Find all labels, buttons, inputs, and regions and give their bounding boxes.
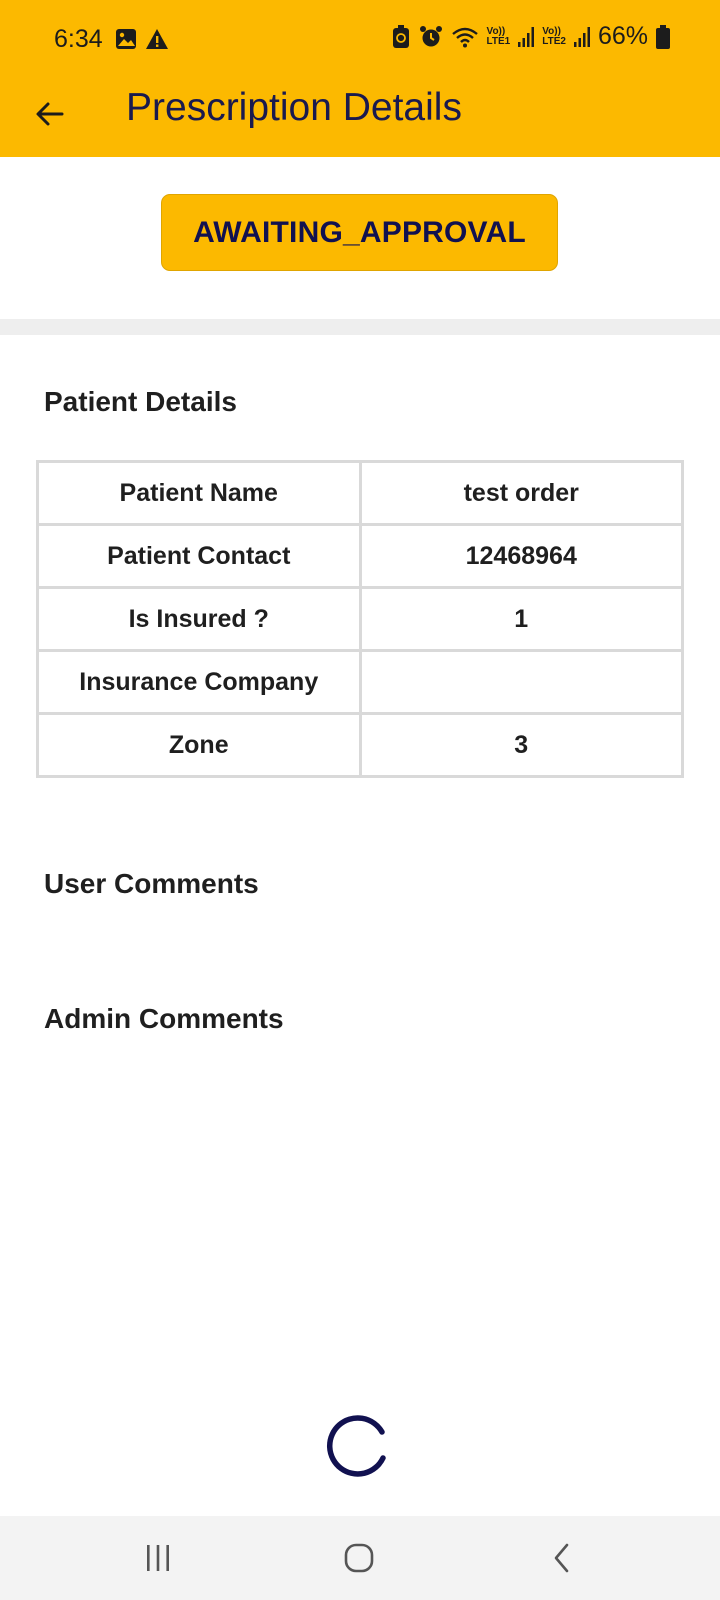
table-row: Zone 3 (36, 712, 684, 778)
loading-spinner-icon (326, 1415, 386, 1477)
signal-strength-icon-sim2 (573, 26, 590, 47)
back-button[interactable] (26, 90, 74, 138)
battery-percentage: 66% (597, 22, 648, 50)
prescription-details-screen: 6:34 Vo)) LTE1 Vo)) LTE2 66% Prescriptio… (0, 0, 720, 1600)
warning-icon (146, 29, 168, 49)
table-row: Insurance Company (36, 649, 684, 715)
home-icon (344, 1543, 374, 1573)
patient-details-table: Patient Name test order Patient Contact … (36, 460, 684, 778)
page-title: Prescription Details (126, 86, 462, 129)
home-button[interactable] (329, 1530, 389, 1586)
section-divider (0, 319, 720, 335)
is-insured-value: 1 (358, 586, 684, 652)
insurance-company-value (358, 649, 684, 715)
order-status-button[interactable]: AWAITING_APPROVAL (161, 194, 558, 271)
wifi-icon (451, 27, 478, 47)
battery-saver-icon (392, 24, 409, 48)
recent-apps-button[interactable] (128, 1530, 188, 1586)
alarm-icon (419, 25, 442, 46)
patient-contact-value: 12468964 (358, 523, 684, 589)
patient-details-heading: Patient Details (44, 386, 237, 417)
header: 6:34 Vo)) LTE1 Vo)) LTE2 66% Prescriptio… (0, 0, 720, 157)
patient-name-label: Patient Name (36, 460, 362, 526)
back-nav-button[interactable] (532, 1530, 592, 1586)
status-right-icons: Vo)) LTE1 Vo)) LTE2 66% (391, 22, 670, 51)
user-comments-heading: User Comments (44, 868, 259, 899)
patient-contact-label: Patient Contact (36, 523, 362, 589)
insurance-company-label: Insurance Company (36, 649, 362, 715)
table-row: Is Insured ? 1 (36, 586, 684, 652)
admin-comments-heading: Admin Comments (44, 1003, 284, 1034)
notification-icons (115, 28, 169, 50)
table-row: Patient Contact 12468964 (36, 523, 684, 589)
chevron-left-icon (554, 1543, 569, 1573)
sim2-label: Vo)) LTE2 (542, 25, 566, 47)
battery-icon (656, 24, 670, 49)
patient-name-value: test order (358, 460, 684, 526)
app-bar: Prescription Details (0, 80, 720, 157)
gallery-icon (116, 29, 136, 49)
signal-strength-icon-sim1 (518, 26, 535, 47)
table-row: Patient Name test order (36, 460, 684, 526)
status-time: 6:34 (54, 25, 103, 53)
recent-apps-icon (147, 1545, 169, 1571)
navigation-bar (0, 1516, 720, 1600)
is-insured-label: Is Insured ? (36, 586, 362, 652)
zone-label: Zone (36, 712, 362, 778)
arrow-back-icon (36, 102, 64, 126)
status-bar: 6:34 Vo)) LTE1 Vo)) LTE2 66% (0, 0, 720, 80)
sim1-label: Vo)) LTE1 (486, 25, 511, 47)
zone-value: 3 (358, 712, 684, 778)
